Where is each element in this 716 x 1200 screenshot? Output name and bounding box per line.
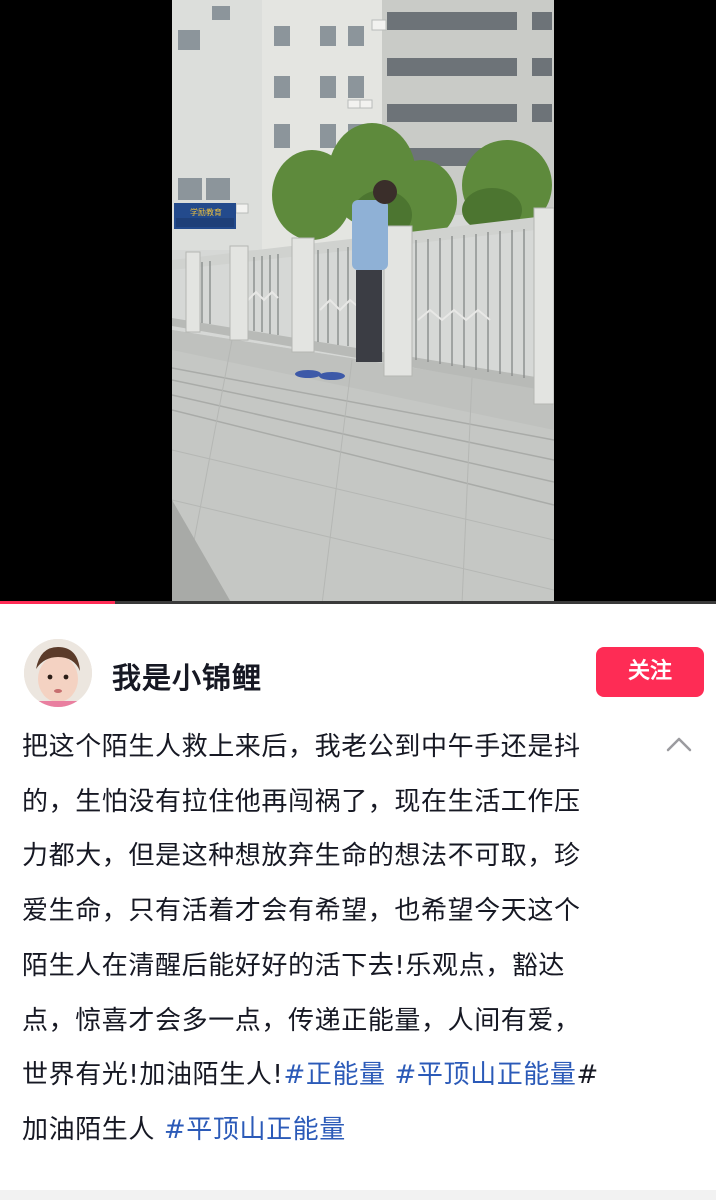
person (352, 200, 388, 270)
caption-line: 的，生怕没有拉住他再闯祸了，现在生活工作压 (22, 786, 581, 817)
follow-button[interactable]: 关注 (596, 647, 704, 697)
caption-line: 把这个陌生人救上来后，我老公到中午手还是抖 (22, 732, 581, 762)
divider (0, 1190, 716, 1200)
caption-line: 点，惊喜才会多一点，传递正能量，人间有爱， (22, 1005, 581, 1036)
shop-sign: 学励教育 (190, 207, 222, 217)
hashtag-link[interactable]: #平顶山正能量 (164, 1115, 346, 1145)
caption-text: # (576, 1060, 599, 1091)
video-frame[interactable]: 学励教育 (172, 0, 554, 604)
caption-line: 世界有光!加油陌生人!#正能量 #平顶山正能量# (22, 1048, 642, 1103)
video-scene: 学励教育 (172, 0, 554, 604)
video-caption: 把这个陌生人救上来后，我老公到中午手还是抖 的，生怕没有拉住他再闯祸了，现在生活… (22, 720, 642, 1158)
video-player[interactable]: 学励教育 (0, 0, 716, 604)
caption-text: 加油陌生人 (22, 1114, 156, 1145)
author-name[interactable]: 我是小锦鲤 (112, 655, 262, 697)
hashtag-link[interactable]: #平顶山正能量 (395, 1060, 577, 1090)
hashtag-link[interactable]: #正能量 (283, 1060, 385, 1090)
caption-line: 加油陌生人 #平顶山正能量 (22, 1103, 642, 1158)
caption-line: 陌生人在清醒后能好好的活下去!乐观点，豁达 (22, 950, 566, 981)
chevron-up-icon[interactable] (664, 732, 694, 756)
avatar[interactable] (24, 639, 92, 707)
progress-fill (0, 601, 115, 604)
caption-text: 世界有光!加油陌生人! (22, 1060, 284, 1091)
progress-bar[interactable] (0, 601, 716, 604)
caption-line: 力都大，但是这种想放弃生命的想法不可取，珍 (22, 841, 581, 872)
avatar-image (24, 639, 92, 707)
caption-line: 爱生命，只有活着才会有希望，也希望今天这个 (22, 896, 581, 927)
author-row: 我是小锦鲤 关注 (0, 605, 716, 710)
